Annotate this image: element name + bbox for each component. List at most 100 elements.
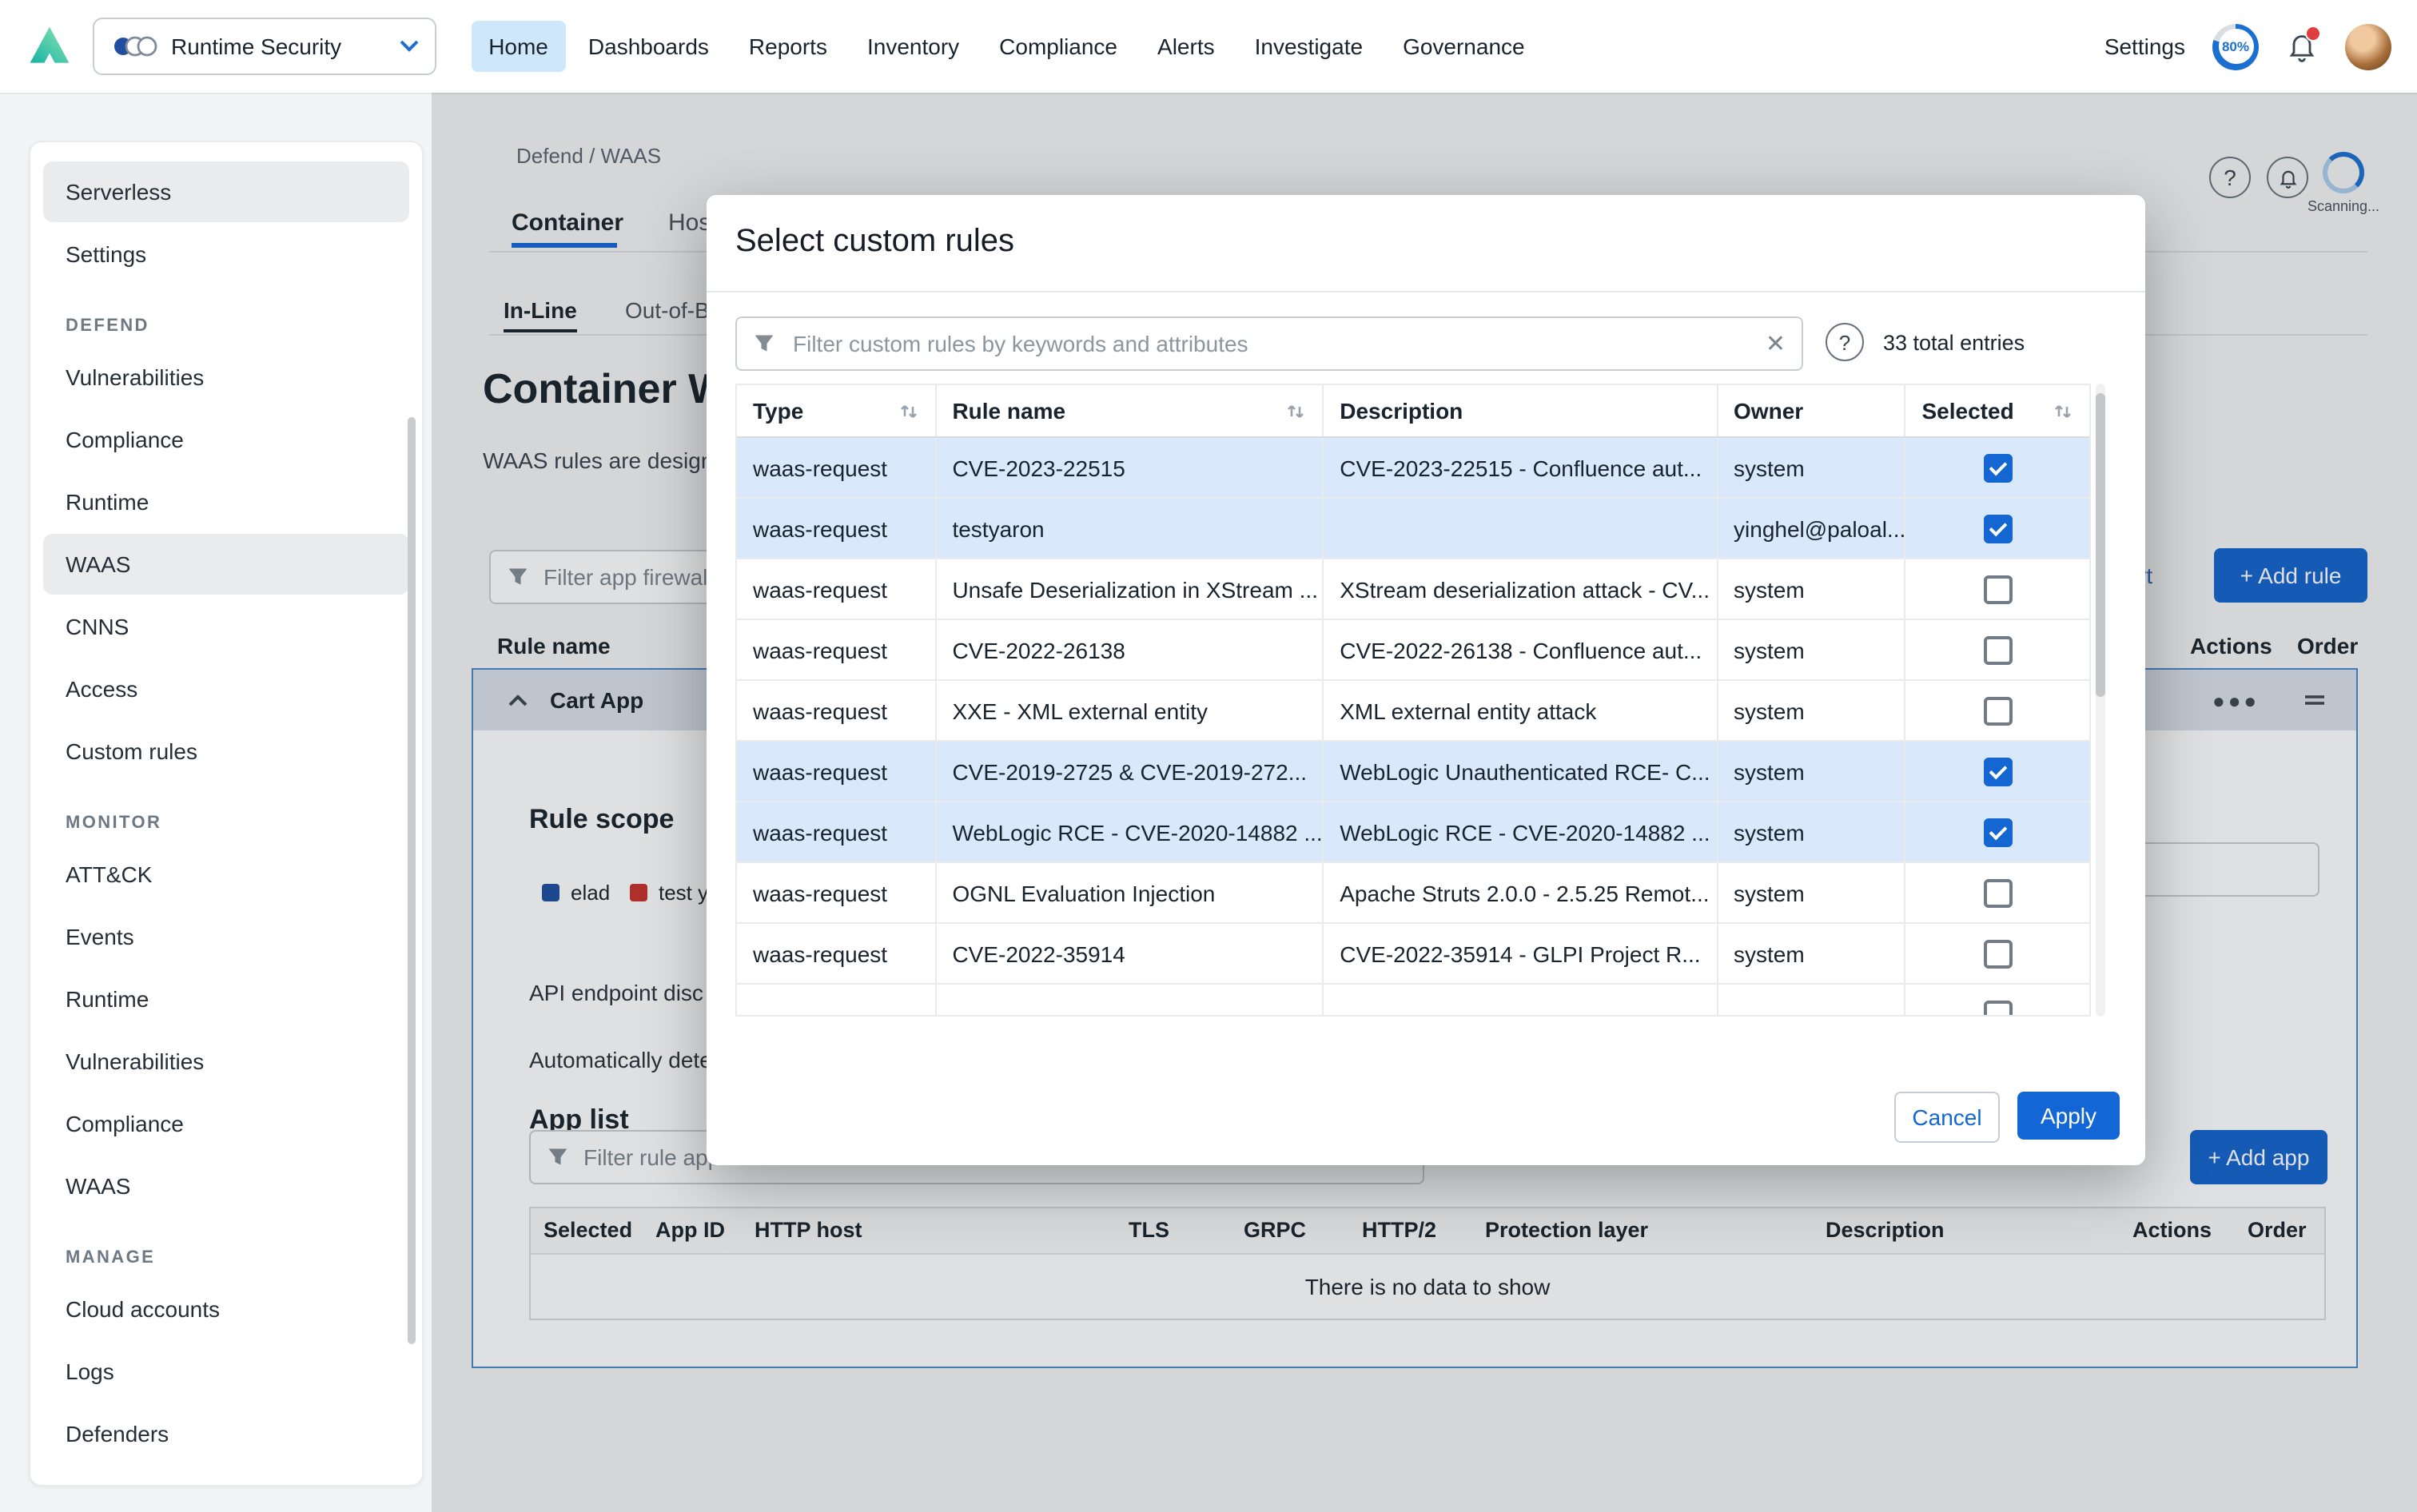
sort-arrows-icon[interactable]	[898, 400, 918, 421]
cell-type: waas-request	[737, 438, 936, 497]
sidebar-item-alerts[interactable]: Alerts	[43, 1466, 409, 1486]
sort-arrows-icon[interactable]	[1285, 400, 1306, 421]
table-row[interactable]: waas-request CVE-2022-35914 CVE-2022-359…	[737, 924, 2089, 985]
table-row[interactable]: waas-request CVE-2023-22515 CVE-2023-225…	[737, 438, 2089, 499]
row-checkbox[interactable]	[1983, 453, 2012, 482]
nav-investigate[interactable]: Investigate	[1237, 21, 1380, 72]
cell-type: waas-request	[737, 742, 936, 801]
user-avatar[interactable]	[2345, 23, 2391, 70]
sidebar-item-vulnerabilities[interactable]: Vulnerabilities	[43, 347, 409, 408]
sidebar-item-logs[interactable]: Logs	[43, 1341, 409, 1402]
cell-selected	[1906, 681, 2090, 740]
sidebar-item-compliance-monitor[interactable]: Compliance	[43, 1093, 409, 1154]
notifications-bell-icon[interactable]	[2286, 29, 2318, 64]
cell-type: waas-request	[737, 620, 936, 679]
cell-description: WebLogic Unauthenticated RCE- C...	[1324, 742, 1718, 801]
table-row[interactable]: waas-request testyaron yinghel@paloal...	[737, 499, 2089, 559]
row-checkbox[interactable]	[1983, 575, 2012, 603]
custom-rules-filter-input[interactable]	[790, 329, 1751, 358]
runtime-security-icon	[110, 34, 158, 59]
product-switcher[interactable]: Runtime Security	[93, 18, 436, 75]
sidebar-item-waas-monitor[interactable]: WAAS	[43, 1156, 409, 1216]
modal-scrollbar-thumb[interactable]	[2096, 393, 2105, 697]
cell-selected	[1906, 499, 2090, 558]
cell-type: waas-request	[737, 924, 936, 983]
nav-home[interactable]: Home	[471, 21, 566, 72]
cell-owner: system	[1718, 620, 1905, 679]
row-checkbox[interactable]	[1983, 635, 2012, 664]
sidebar-item-defenders[interactable]: Defenders	[43, 1403, 409, 1464]
nav-inventory[interactable]: Inventory	[850, 21, 977, 72]
sidebar-item-attck[interactable]: ATT&CK	[43, 844, 409, 905]
modal-help-icon[interactable]: ?	[1826, 323, 1864, 361]
sidebar-item-custom-rules[interactable]: Custom rules	[43, 721, 409, 782]
cell-rule-name	[936, 985, 1324, 1017]
cell-rule-name: CVE-2019-2725 & CVE-2019-272...	[936, 742, 1324, 801]
table-row[interactable]: waas-request CVE-2019-2725 & CVE-2019-27…	[737, 742, 2089, 802]
sidebar-item-serverless[interactable]: Serverless	[43, 161, 409, 222]
cell-owner: yinghel@paloal...	[1718, 499, 1905, 558]
prisma-logo-icon[interactable]	[26, 22, 74, 70]
cell-type: waas-request	[737, 681, 936, 740]
cell-owner: system	[1718, 863, 1905, 922]
cell-description: Apache Struts 2.0.0 - 2.5.25 Remot...	[1324, 863, 1718, 922]
cancel-button[interactable]: Cancel	[1894, 1092, 2000, 1143]
cell-selected	[1906, 802, 2090, 861]
cell-owner: system	[1718, 559, 1905, 619]
custom-rules-table: Type Rule name Description Owner Selecte…	[735, 384, 2091, 1017]
sidebar-scrollbar[interactable]	[408, 417, 416, 1344]
table-row[interactable]	[737, 985, 2089, 1017]
cell-rule-name: testyaron	[936, 499, 1324, 558]
sidebar-item-waas[interactable]: WAAS	[43, 534, 409, 595]
row-checkbox[interactable]	[1983, 514, 2012, 543]
usage-ring[interactable]: 80%	[2212, 23, 2259, 70]
nav-alerts[interactable]: Alerts	[1140, 21, 1232, 72]
row-checkbox[interactable]	[1983, 818, 2012, 846]
cell-rule-name: WebLogic RCE - CVE-2020-14882 ...	[936, 802, 1324, 861]
table-row[interactable]: waas-request OGNL Evaluation Injection A…	[737, 863, 2089, 924]
cell-type: waas-request	[737, 499, 936, 558]
sidebar-item-compliance[interactable]: Compliance	[43, 409, 409, 470]
column-header-rule-name[interactable]: Rule name	[952, 398, 1276, 424]
sidebar-item-access[interactable]: Access	[43, 659, 409, 719]
clear-filter-x-icon[interactable]: ✕	[1766, 332, 1786, 356]
table-row[interactable]: waas-request WebLogic RCE - CVE-2020-148…	[737, 802, 2089, 863]
sidebar-item-runtime[interactable]: Runtime	[43, 472, 409, 532]
cell-owner: system	[1718, 924, 1905, 983]
main-nav: Home Dashboards Reports Inventory Compli…	[471, 21, 1547, 72]
row-checkbox[interactable]	[1983, 1000, 2012, 1017]
cell-type: waas-request	[737, 802, 936, 861]
cell-owner: system	[1718, 438, 1905, 497]
column-header-type[interactable]: Type	[753, 398, 888, 424]
sort-arrows-icon[interactable]	[2053, 400, 2073, 421]
table-row[interactable]: waas-request CVE-2022-26138 CVE-2022-261…	[737, 620, 2089, 681]
column-header-selected[interactable]: Selected	[1922, 398, 2044, 424]
sidebar-item-cloud-accounts[interactable]: Cloud accounts	[43, 1279, 409, 1339]
row-checkbox[interactable]	[1983, 757, 2012, 786]
sidebar-item-vulnerabilities-monitor[interactable]: Vulnerabilities	[43, 1031, 409, 1092]
cell-selected	[1906, 559, 2090, 619]
cell-description	[1324, 499, 1718, 558]
sidebar-item-settings[interactable]: Settings	[43, 224, 409, 284]
cell-selected	[1906, 620, 2090, 679]
sidebar-item-runtime-monitor[interactable]: Runtime	[43, 969, 409, 1029]
total-entries-label: 33 total entries	[1883, 331, 2025, 355]
nav-reports[interactable]: Reports	[731, 21, 845, 72]
nav-governance[interactable]: Governance	[1385, 21, 1543, 72]
topbar: Runtime Security Home Dashboards Reports…	[0, 0, 2417, 93]
cell-selected	[1906, 863, 2090, 922]
sidebar-item-events[interactable]: Events	[43, 906, 409, 967]
nav-compliance[interactable]: Compliance	[982, 21, 1135, 72]
row-checkbox[interactable]	[1983, 939, 2012, 968]
row-checkbox[interactable]	[1983, 878, 2012, 907]
nav-dashboards[interactable]: Dashboards	[571, 21, 727, 72]
row-checkbox[interactable]	[1983, 696, 2012, 725]
apply-button[interactable]: Apply	[2017, 1092, 2120, 1140]
sidebar-section-manage: MANAGE	[43, 1237, 409, 1279]
sidebar-item-cnns[interactable]: CNNS	[43, 596, 409, 657]
cell-rule-name: CVE-2022-26138	[936, 620, 1324, 679]
topbar-right: Settings 80%	[2104, 23, 2391, 70]
table-row[interactable]: waas-request Unsafe Deserialization in X…	[737, 559, 2089, 620]
settings-link[interactable]: Settings	[2104, 34, 2185, 59]
table-row[interactable]: waas-request XXE - XML external entity X…	[737, 681, 2089, 742]
